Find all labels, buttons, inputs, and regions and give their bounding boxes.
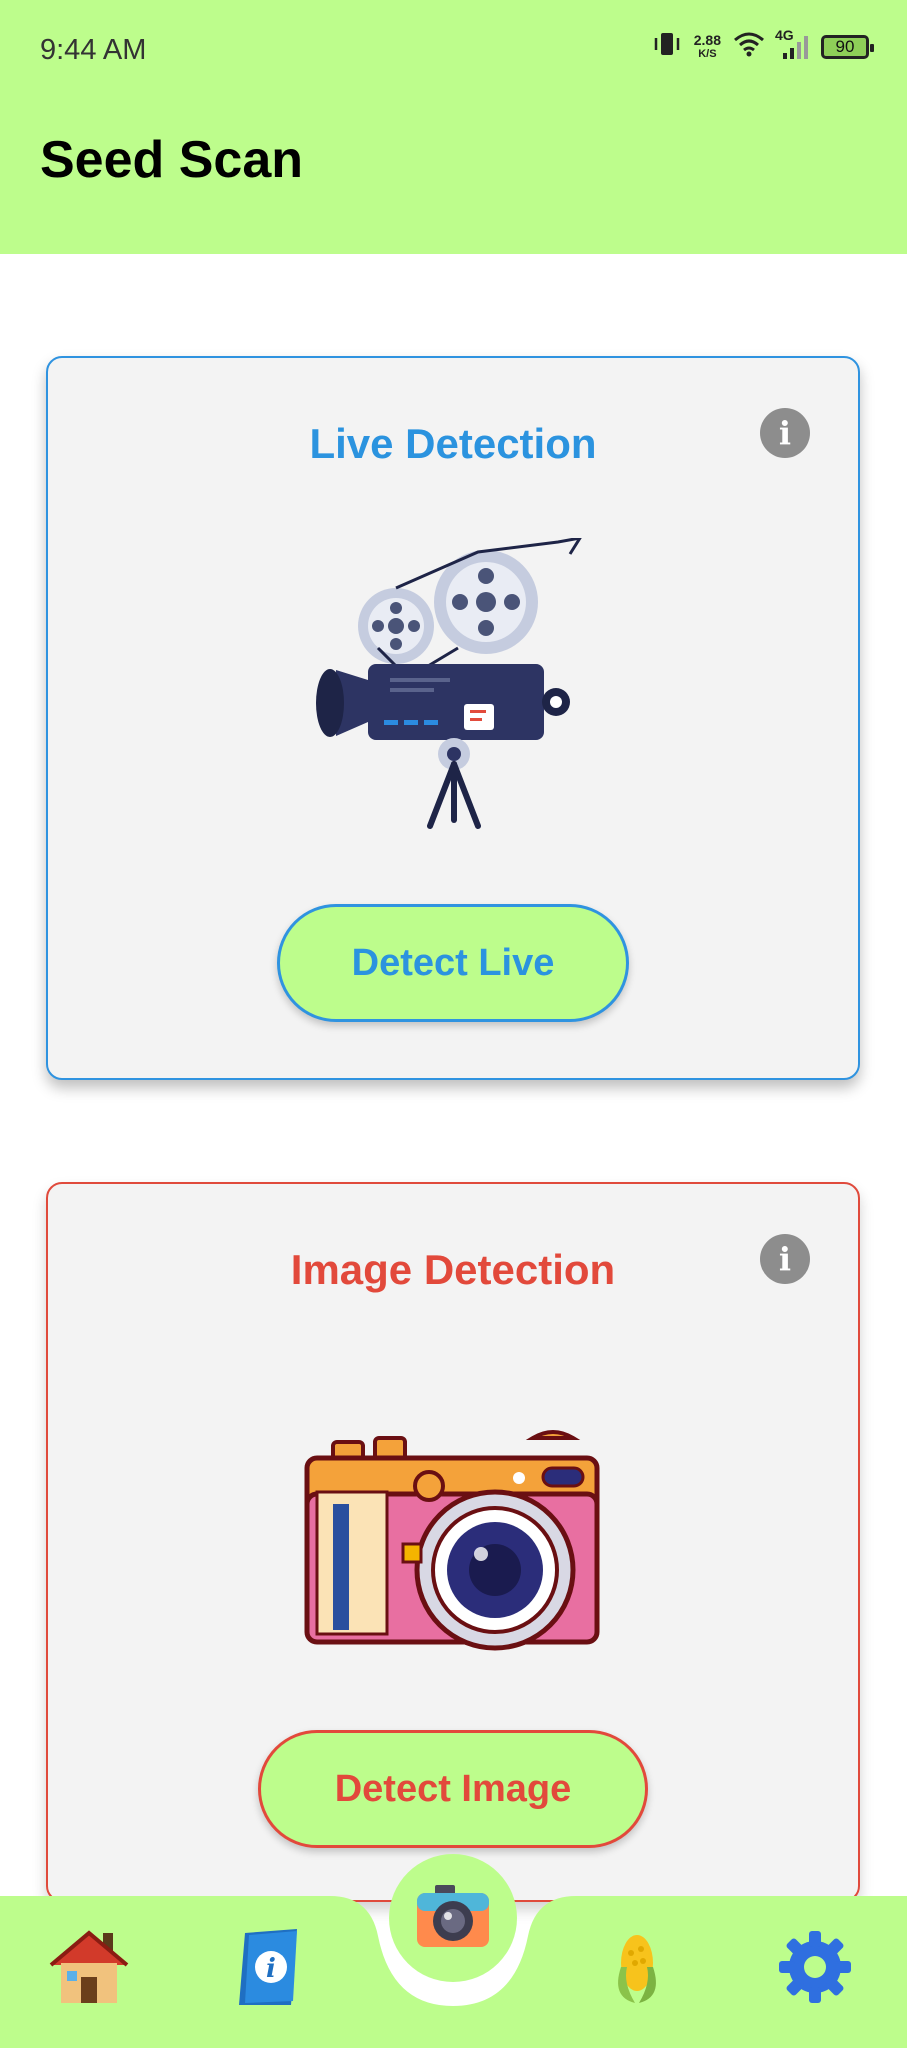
battery-icon: 90: [821, 34, 874, 59]
nav-home[interactable]: [44, 1924, 134, 2014]
image-detection-card: Image Detection i Detect Image: [46, 1182, 860, 1902]
nav-settings[interactable]: [770, 1924, 860, 2014]
image-detection-title: Image Detection: [290, 1246, 616, 1293]
detect-live-button[interactable]: Detect Live: [277, 904, 629, 1022]
live-detection-card: Live Detection i Detect Live: [46, 356, 860, 1080]
camera-icon: [413, 1881, 493, 1956]
app-title: Seed Scan: [40, 131, 304, 189]
live-detection-title: Live Detection: [309, 420, 597, 467]
signal-icon: 4G: [775, 27, 809, 61]
home-icon: [47, 1927, 131, 2012]
detect-image-button[interactable]: Detect Image: [258, 1730, 648, 1848]
nav-info[interactable]: i: [226, 1924, 316, 2014]
movie-camera-icon: [308, 535, 598, 843]
nav-camera[interactable]: [389, 1854, 517, 1982]
photo-camera-icon: [303, 1424, 603, 1659]
net-speed-value: 2.88: [693, 31, 721, 48]
net-speed-unit: K/S: [698, 47, 717, 60]
image-info-icon[interactable]: i: [760, 1234, 810, 1284]
net-speed: 2.88 K/S: [694, 33, 721, 61]
app-bar: Seed Scan: [0, 100, 907, 254]
svg-text:i: i: [266, 1954, 276, 1984]
live-info-icon[interactable]: i: [760, 408, 810, 458]
bottom-navigation: i: [0, 1854, 907, 2048]
status-time: 9:44 AM: [40, 34, 147, 66]
vibrate-icon: [652, 30, 682, 63]
settings-gear-icon: [777, 1929, 853, 2010]
corn-icon: [605, 1927, 669, 2012]
nav-corn[interactable]: [592, 1924, 682, 2014]
status-bar: 9:44 AM 2.88 K/S 4G 90: [0, 0, 907, 100]
status-icons: 2.88 K/S 4G 90: [652, 27, 874, 63]
network-type: 4G: [775, 26, 794, 43]
info-book-icon: i: [231, 1925, 311, 2014]
wifi-icon: [733, 31, 765, 62]
